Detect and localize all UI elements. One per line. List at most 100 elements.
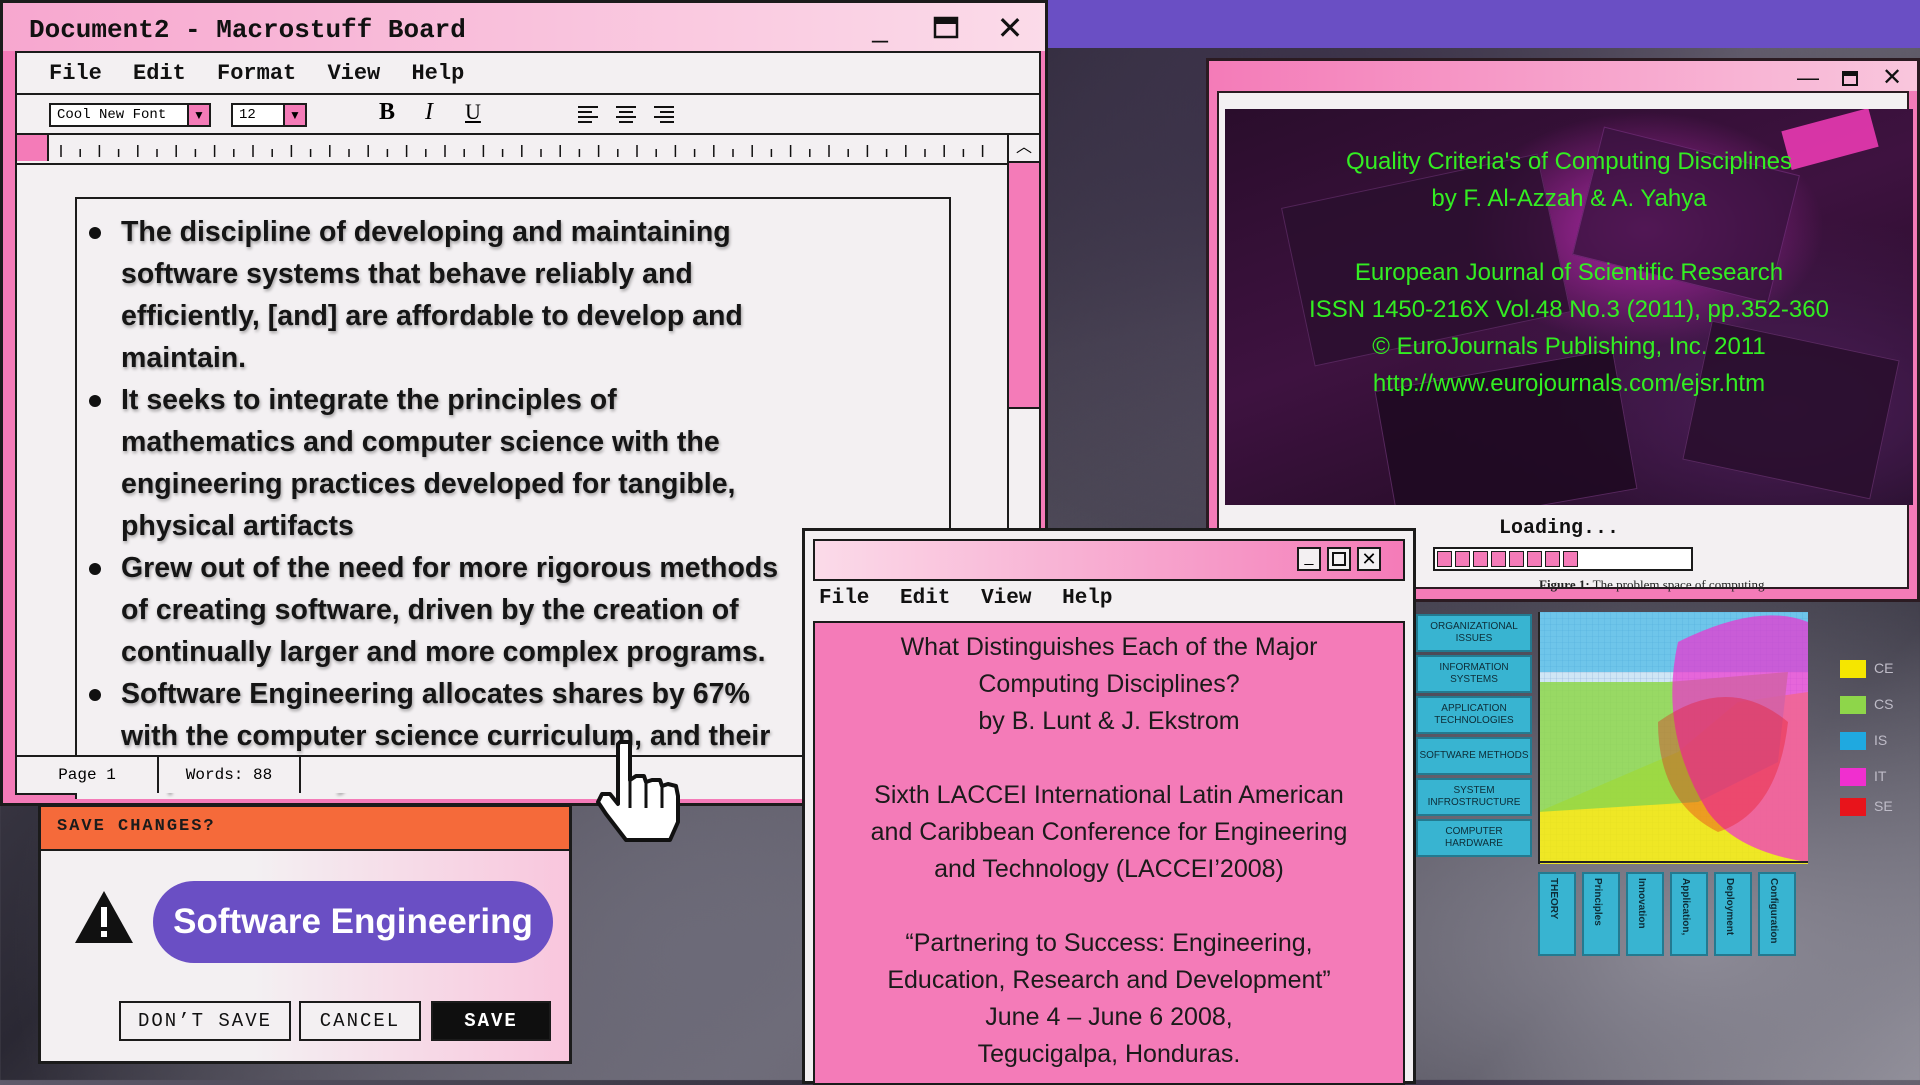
problem-space-chart: ORGANIZATIONAL ISSUES INFORMATION SYSTEM… — [1416, 610, 1808, 958]
save-changes-dialog[interactable]: SAVE CHANGES? Software Engineering DON’T… — [38, 804, 572, 1064]
document-name-pill: Software Engineering — [153, 881, 553, 963]
chart-col-label: Configuration — [1758, 872, 1796, 956]
slide-line — [1225, 217, 1913, 254]
document-bullet: It seeks to integrate the principles of … — [83, 379, 783, 547]
cancel-button[interactable]: CANCEL — [299, 1001, 421, 1041]
document-bullet-list: The discipline of developing and maintai… — [83, 211, 783, 799]
image-window-body: Quality Criteria's of Computing Discipli… — [1217, 91, 1913, 592]
loading-label: Loading... — [1499, 517, 1620, 540]
word-titlebar[interactable]: Document2 - Macrostuff Board _ ✕ — [3, 3, 1045, 51]
status-word-count: Words: 88 — [159, 757, 301, 793]
chart-col-label: Application, — [1670, 872, 1708, 956]
info-body: What Distinguishes Each of the Major Com… — [813, 621, 1405, 1085]
legend-label-se: SE — [1874, 798, 1893, 814]
chart-row-label: ORGANIZATIONAL ISSUES — [1416, 614, 1532, 652]
legend-label-is: IS — [1874, 732, 1888, 748]
info-line: “Partnering to Success: Engineering, — [905, 929, 1313, 957]
info-line: Computing Disciplines? — [978, 670, 1240, 698]
chevron-down-icon[interactable]: ▼ — [283, 105, 305, 125]
minimize-icon[interactable]: — — [1793, 63, 1823, 93]
dont-save-button[interactable]: DON’T SAVE — [119, 1001, 291, 1041]
ruler — [60, 145, 984, 157]
align-center-icon[interactable] — [615, 105, 637, 130]
info-line: and Caribbean Conference for Engineering — [870, 818, 1348, 846]
font-name-select[interactable]: Cool New Font ▼ — [49, 103, 211, 127]
progress-block — [1509, 551, 1524, 567]
menu-view[interactable]: View — [327, 61, 380, 86]
word-menubar: File Edit Format View Help — [49, 61, 482, 86]
chevron-down-icon[interactable]: ▼ — [187, 105, 209, 125]
align-right-icon[interactable] — [653, 105, 675, 130]
align-left-icon[interactable] — [577, 105, 599, 130]
conference-info-window[interactable]: _ ✕ File Edit View Help What Distinguish… — [802, 528, 1416, 1085]
ruler-divider — [17, 163, 1039, 165]
image-viewer-window[interactable]: — ✕ Quality Criteria's of Computing Disc… — [1206, 58, 1920, 602]
window-title: Document2 - Macrostuff Board — [29, 15, 466, 45]
desktop-top-bar — [1040, 0, 1920, 48]
dialog-header: SAVE CHANGES? — [41, 807, 569, 851]
legend-swatch-it — [1840, 768, 1866, 786]
info-titlebar[interactable]: _ ✕ — [813, 539, 1405, 581]
menu-help[interactable]: Help — [411, 61, 464, 86]
slide-line: Quality Criteria's of Computing Discipli… — [1345, 148, 1793, 175]
progress-block — [1473, 551, 1488, 567]
maximize-icon[interactable] — [1835, 63, 1865, 93]
chart-row-label: SYSTEM INFROSTRUCTURE — [1416, 778, 1532, 816]
font-name-value: Cool New Font — [57, 107, 167, 123]
menu-view[interactable]: View — [981, 587, 1031, 610]
font-size-select[interactable]: 12 ▼ — [231, 103, 307, 127]
loading-progress-fill — [1437, 551, 1578, 567]
legend-label-cs: CS — [1874, 696, 1894, 712]
scroll-up-icon[interactable]: ︿ — [1009, 135, 1039, 163]
menu-format[interactable]: Format — [217, 61, 296, 86]
minimize-icon[interactable]: _ — [865, 13, 895, 43]
menu-edit[interactable]: Edit — [900, 587, 950, 610]
progress-block — [1455, 551, 1470, 567]
progress-block — [1527, 551, 1542, 567]
info-line: Sixth LACCEI International Latin America… — [874, 781, 1344, 809]
chart-legend: CE CS IS IT SE — [1840, 656, 1900, 816]
slide-line: © EuroJournals Publishing, Inc. 2011 — [1372, 333, 1766, 360]
document-bullet: The discipline of developing and maintai… — [83, 211, 783, 379]
menu-help[interactable]: Help — [1062, 587, 1112, 610]
slide-preview-image: Quality Criteria's of Computing Discipli… — [1225, 109, 1913, 505]
chart-col-label: Principles — [1582, 872, 1620, 956]
maximize-icon[interactable] — [931, 15, 961, 45]
chart-row-label: SOFTWARE METHODS — [1416, 737, 1532, 775]
ruler-margin-marker[interactable] — [17, 135, 49, 161]
scrollbar-thumb[interactable] — [1009, 163, 1039, 409]
underline-icon[interactable]: U — [465, 99, 481, 125]
close-icon[interactable]: ✕ — [995, 12, 1025, 44]
chart-col-label: THEORY — [1538, 872, 1576, 956]
menu-edit[interactable]: Edit — [133, 61, 186, 86]
chart-col-labels: THEORY Principles Innovation Application… — [1538, 872, 1808, 958]
legend-swatch-se — [1840, 798, 1866, 816]
legend-swatch-cs — [1840, 696, 1866, 714]
chart-col-label: Innovation — [1626, 872, 1664, 956]
slide-line: http://www.eurojournals.com/ejsr.htm — [1372, 370, 1766, 397]
minimize-icon[interactable]: _ — [1297, 547, 1321, 571]
save-button[interactable]: SAVE — [431, 1001, 551, 1041]
progress-block — [1491, 551, 1506, 567]
chart-row-labels: ORGANIZATIONAL ISSUES INFORMATION SYSTEM… — [1416, 614, 1536, 864]
figure-caption: Figure 1: The problem space of computing — [1539, 577, 1765, 593]
close-icon[interactable]: ✕ — [1877, 63, 1907, 93]
document-bullet: Grew out of the need for more rigorous m… — [83, 547, 783, 673]
maximize-icon[interactable] — [1327, 547, 1351, 571]
figure-caption-label: Figure 1: — [1539, 577, 1590, 592]
menu-file[interactable]: File — [819, 587, 869, 610]
bold-icon[interactable]: B — [379, 99, 395, 126]
close-icon[interactable]: ✕ — [1357, 547, 1381, 571]
legend-swatch-is — [1840, 732, 1866, 750]
slide-line: ISSN 1450-216X Vol.48 No.3 (2011), pp.35… — [1309, 296, 1829, 323]
italic-icon[interactable]: I — [425, 99, 433, 126]
warning-icon — [75, 891, 133, 943]
progress-block — [1545, 551, 1560, 567]
chart-col-label: Deployment — [1714, 872, 1752, 956]
status-page: Page 1 — [17, 757, 159, 793]
legend-label-ce: CE — [1874, 660, 1894, 676]
slide-line: European Journal of Scientific Research — [1354, 259, 1784, 286]
menu-file[interactable]: File — [49, 61, 102, 86]
dialog-title: SAVE CHANGES? — [57, 817, 216, 836]
